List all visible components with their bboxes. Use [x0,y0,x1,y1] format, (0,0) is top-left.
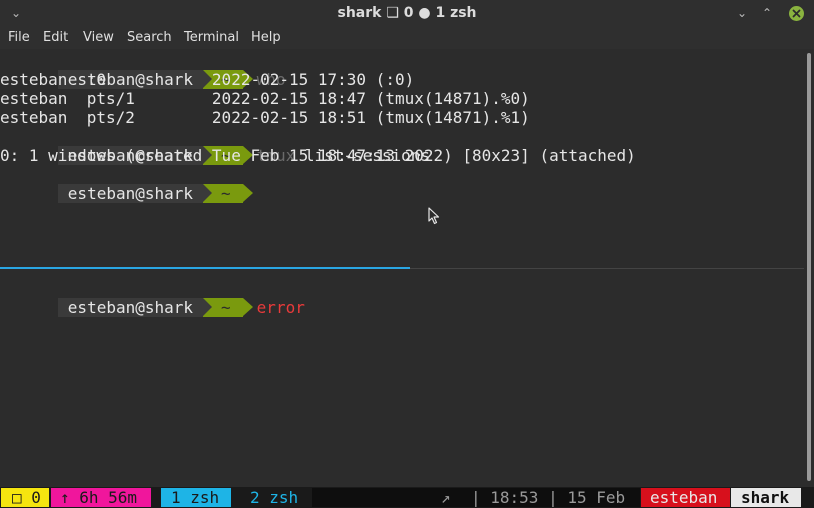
tmux-status-bar: □ 0 ↑ 6h 56m 1 zsh 2 zsh ↗ | 18:53 | 15 … [0,487,814,508]
prompt-line: esteban@shark ~ tmux list-sessions [0,127,430,165]
prompt-user-host: esteban@shark [57,298,204,317]
scrollbar[interactable] [804,49,814,487]
arrow-icon: ↗ [441,488,451,507]
prompt-line: esteban@shark ~ error [0,279,305,317]
prompt-line: esteban@shark ~ who [0,51,286,89]
active-pane-border [0,267,410,269]
menu-file[interactable]: File [8,27,30,49]
prompt-dir: ~ [203,184,253,203]
command-text: error [256,298,305,317]
window-title: shark ❑ 0 ● 1 zsh [337,5,477,21]
terminal-window: ⌄ shark ❑ 0 ● 1 zsh ⌄ ⌃ File Edit View S… [0,0,814,508]
status-host: shark [731,488,801,507]
close-icon[interactable] [789,6,804,21]
prompt-dir: ~ [203,298,253,317]
output-line: esteban pts/2 2022-02-15 18:51 (tmux(148… [0,108,530,127]
maximize-icon[interactable]: ⌃ [762,0,772,27]
status-window-inactive[interactable]: 2 zsh [240,488,312,507]
menu-help[interactable]: Help [251,27,281,49]
output-line: esteban :0 2022-02-15 17:30 (:0) [0,70,415,89]
status-uptime: ↑ 6h 56m [51,488,151,507]
terminal-area[interactable]: esteban@shark ~ who esteban :0 2022-02-15 … [0,49,804,487]
mouse-pointer-icon [428,207,440,229]
scrollbar-thumb[interactable] [807,53,811,481]
menu-search[interactable]: Search [127,27,172,49]
menu-view[interactable]: View [83,27,114,49]
output-line: esteban pts/1 2022-02-15 18:47 (tmux(148… [0,89,530,108]
status-clock: | 18:53 | 15 Feb [471,488,626,507]
status-user: esteban [641,488,730,507]
menu-bar: File Edit View Search Terminal Help [0,27,814,49]
minimize-icon[interactable]: ⌄ [737,0,747,27]
menu-terminal[interactable]: Terminal [184,27,239,49]
prompt-user-host: esteban@shark [57,184,204,203]
status-window-active[interactable]: 1 zsh [161,488,231,507]
title-bar: ⌄ shark ❑ 0 ● 1 zsh ⌄ ⌃ [0,0,814,27]
prompt-line: esteban@shark ~ [0,165,253,203]
menu-edit[interactable]: Edit [43,27,68,49]
pane-border [410,268,804,269]
status-session: □ 0 [1,488,49,507]
output-line: 0: 1 windows (created Tue Feb 15 18:47:1… [0,146,636,165]
